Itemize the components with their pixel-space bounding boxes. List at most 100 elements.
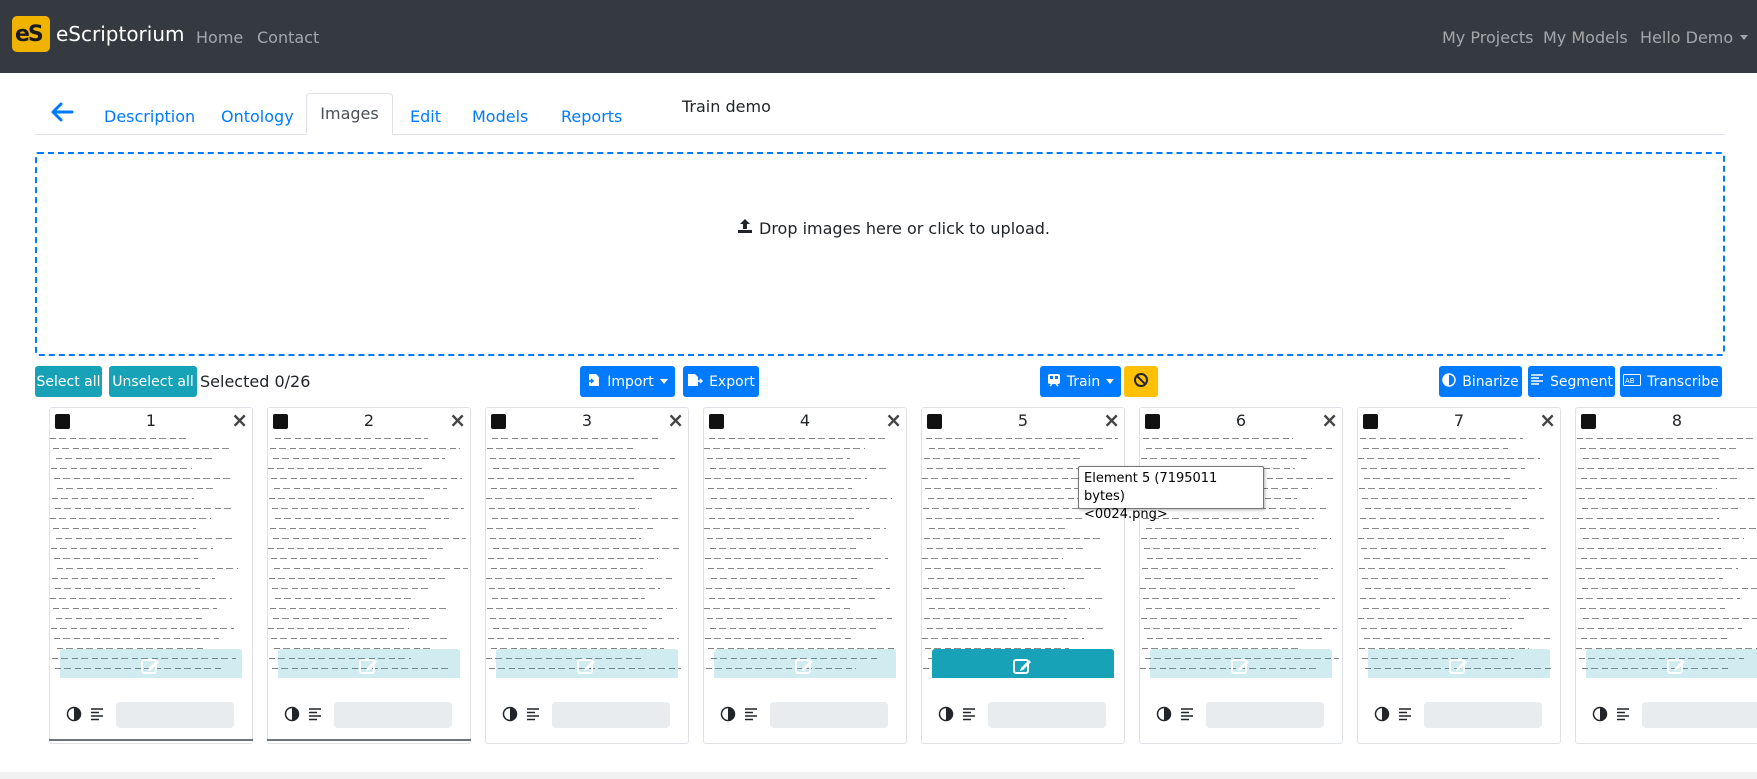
image-card[interactable]: 1 ×: [49, 407, 253, 744]
cancel-training-button[interactable]: [1124, 366, 1158, 397]
binarize-button[interactable]: Binarize: [1439, 366, 1522, 397]
handwriting-line: [492, 518, 679, 519]
nav-contact-link[interactable]: Contact: [257, 28, 319, 47]
tab-models[interactable]: Models: [472, 107, 528, 126]
escriptorium-logo[interactable]: eS: [12, 16, 50, 52]
page-thumbnail[interactable]: [704, 432, 906, 678]
handwriting-line: [274, 488, 447, 489]
handwriting-line: [1143, 598, 1335, 599]
close-icon[interactable]: ×: [1321, 408, 1338, 432]
image-card[interactable]: 8×: [1575, 407, 1757, 744]
align-left-icon[interactable]: [744, 706, 758, 726]
handwriting-line: [1364, 478, 1510, 479]
handwriting-line: [57, 568, 238, 569]
image-card[interactable]: 2 ×: [267, 407, 471, 744]
nav-home-link[interactable]: Home: [196, 28, 243, 47]
close-icon[interactable]: ×: [449, 408, 466, 432]
image-card[interactable]: 3 ×: [485, 407, 689, 744]
tabs-divider: [35, 134, 1725, 135]
image-card[interactable]: 7 ×: [1357, 407, 1561, 744]
image-card[interactable]: 6 ×: [1139, 407, 1343, 744]
import-button[interactable]: Import: [580, 366, 675, 397]
close-icon[interactable]: ×: [231, 408, 248, 432]
handwriting-line: [1363, 448, 1508, 449]
handwriting-line: [1144, 628, 1337, 629]
close-icon[interactable]: ×: [1539, 408, 1556, 432]
handwriting-line: [1143, 438, 1293, 439]
handwriting-line: [487, 528, 656, 529]
upload-dropzone[interactable]: [35, 152, 1725, 356]
page-thumbnail[interactable]: [1358, 432, 1560, 678]
handwriting-line: [268, 468, 422, 469]
handwriting-line: [487, 608, 677, 609]
close-icon[interactable]: ×: [885, 408, 902, 432]
page-thumbnail[interactable]: [486, 432, 688, 678]
card-number: 2: [363, 411, 375, 430]
edit-part-button[interactable]: [1150, 649, 1332, 678]
train-icon: [1047, 373, 1061, 391]
unselect-all-button[interactable]: Unselect all: [109, 366, 197, 397]
brand-name[interactable]: eScriptorium: [56, 22, 185, 46]
select-all-button[interactable]: Select all: [35, 366, 102, 397]
tab-images[interactable]: Images: [306, 93, 393, 135]
back-arrow-icon[interactable]: [50, 100, 74, 124]
handwriting-line: [1141, 458, 1310, 459]
close-icon[interactable]: ×: [667, 408, 684, 432]
segment-label: Segment: [1550, 373, 1613, 390]
contrast-icon[interactable]: [502, 706, 518, 726]
align-left-icon[interactable]: [1180, 706, 1194, 726]
edit-part-button[interactable]: [932, 649, 1114, 678]
edit-part-button[interactable]: [1586, 649, 1757, 678]
transcription-progress: [1206, 702, 1324, 728]
edit-part-button[interactable]: [714, 649, 896, 678]
contrast-icon[interactable]: [938, 706, 954, 726]
transcribe-button[interactable]: AB Transcribe: [1620, 366, 1722, 397]
handwriting-line: [705, 558, 888, 559]
handwriting-line: [1146, 608, 1320, 609]
image-card[interactable]: 4 ×: [703, 407, 907, 744]
tab-ontology[interactable]: Ontology: [221, 107, 294, 126]
nav-my-models-link[interactable]: My Models: [1543, 28, 1628, 47]
image-card[interactable]: 5 ×: [921, 407, 1125, 744]
train-button[interactable]: Train: [1040, 366, 1121, 397]
handwriting-line: [711, 578, 858, 579]
handwriting-line: [1362, 498, 1527, 499]
export-label: Export: [709, 373, 755, 390]
edit-part-button[interactable]: [60, 649, 242, 678]
align-left-icon[interactable]: [1398, 706, 1412, 726]
handwriting-line: [925, 488, 1082, 489]
nav-my-projects-link[interactable]: My Projects: [1442, 28, 1533, 47]
page-thumbnail[interactable]: [1576, 432, 1757, 678]
align-left-icon[interactable]: [962, 706, 976, 726]
export-button[interactable]: Export: [683, 366, 759, 397]
dropzone-message[interactable]: Drop images here or click to upload.: [737, 218, 1050, 238]
contrast-icon[interactable]: [284, 706, 300, 726]
edit-part-button[interactable]: [1368, 649, 1550, 678]
align-left-icon[interactable]: [308, 706, 322, 726]
align-left-icon[interactable]: [90, 706, 104, 726]
user-menu[interactable]: Hello Demo: [1640, 28, 1749, 47]
contrast-icon[interactable]: [1156, 706, 1172, 726]
horizontal-scrollbar[interactable]: [0, 772, 1757, 779]
handwriting-line: [704, 528, 886, 529]
handwriting-line: [51, 628, 234, 629]
align-left-icon[interactable]: [1616, 706, 1630, 726]
page-thumbnail[interactable]: [268, 432, 470, 678]
edit-part-button[interactable]: [278, 649, 460, 678]
close-icon[interactable]: ×: [1103, 408, 1120, 432]
navbar: eS eScriptorium Home Contact My Projects…: [0, 0, 1757, 73]
handwriting-line: [490, 618, 662, 619]
tab-reports[interactable]: Reports: [561, 107, 622, 126]
tab-description[interactable]: Description: [104, 107, 195, 126]
contrast-icon[interactable]: [720, 706, 736, 726]
handwriting-line: [1147, 558, 1301, 559]
tab-edit[interactable]: Edit: [410, 107, 441, 126]
page-thumbnail[interactable]: [50, 432, 252, 678]
handwriting-line: [922, 478, 1097, 479]
align-left-icon[interactable]: [526, 706, 540, 726]
edit-part-button[interactable]: [496, 649, 678, 678]
contrast-icon[interactable]: [1374, 706, 1390, 726]
contrast-icon[interactable]: [66, 706, 82, 726]
contrast-icon[interactable]: [1592, 706, 1608, 726]
segment-button[interactable]: Segment: [1528, 366, 1615, 397]
